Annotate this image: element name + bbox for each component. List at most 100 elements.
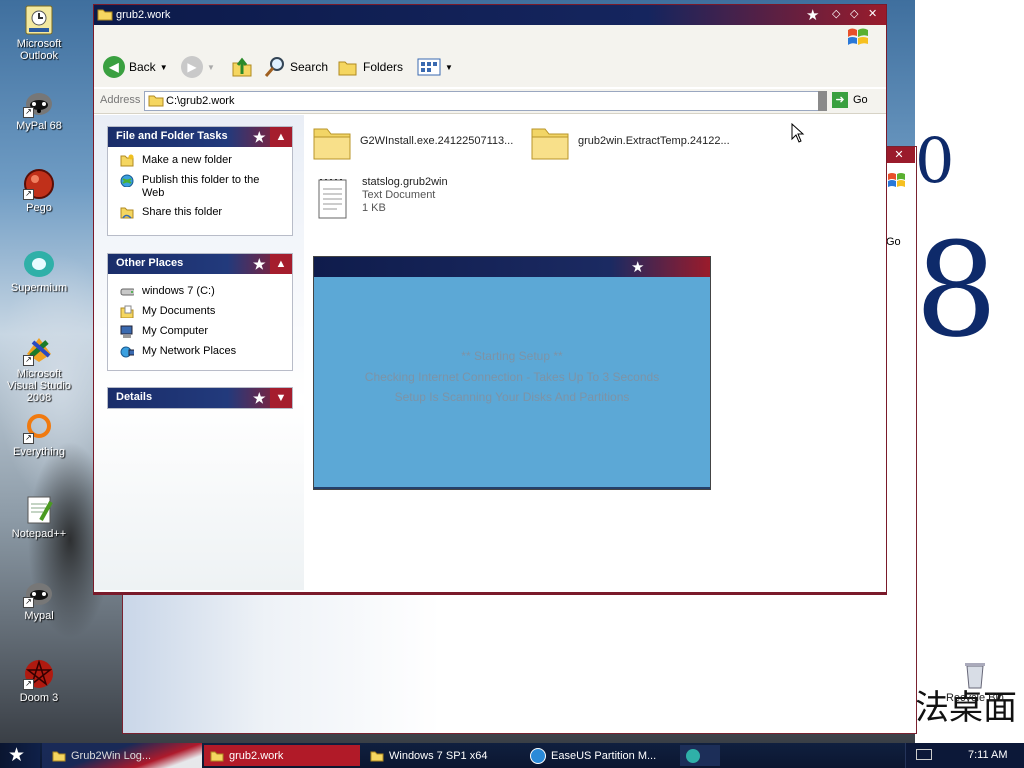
desktop-icon-outlook[interactable]: Microsoft Outlook [1, 4, 77, 62]
file-name: grub2win.ExtractTemp.24122... [578, 135, 730, 147]
clock[interactable]: 7:11 AM [968, 749, 1008, 761]
search-button[interactable]: Search [264, 55, 328, 79]
desktop-icon-label: Recycle Bin [945, 692, 1005, 704]
desktop-icon-label: MyPal 68 [16, 120, 62, 132]
start-button[interactable]: ★ [0, 743, 40, 768]
place-label: My Network Places [142, 345, 237, 357]
raccoon-icon: ↗ [23, 576, 55, 608]
go-label: Go [853, 94, 868, 106]
windows-flag-icon [887, 171, 913, 191]
system-tray: 7:11 AM [905, 743, 1024, 768]
pentagram-icon: ↗ [23, 658, 55, 690]
desktop-icon-everything[interactable]: ↗ Everything [1, 412, 77, 458]
taskbar: ★ Grub2Win Log... grub2.work Windows 7 S… [0, 743, 1024, 768]
address-value: C:\grub2.work [166, 95, 235, 107]
task-share-folder[interactable]: Share this folder [108, 206, 292, 219]
collapse-chevron-icon[interactable]: ▲ [270, 254, 292, 274]
views-icon [417, 58, 441, 76]
wallpaper-digit-8: 8 [915, 214, 998, 366]
title-bar[interactable]: grub2.work ★ ◇ ◇ ✕ [94, 5, 886, 25]
desktop-icon-mypal[interactable]: ↗ Mypal [1, 576, 77, 622]
menu-bar [94, 25, 886, 48]
desktop-icon-doom3[interactable]: ↗ Doom 3 [1, 658, 77, 704]
folder-icon [52, 751, 66, 761]
star-icon: ★ [253, 256, 266, 272]
desktop-icon-notepadpp[interactable]: Notepad++ [1, 494, 77, 540]
desktop-icon-mypal68[interactable]: ↗ MyPal 68 [1, 86, 77, 132]
desktop-icon-visual-studio[interactable]: ↗ Microsoft Visual Studio 2008 [1, 334, 77, 404]
desktop-icon-pego[interactable]: ↗ Pego [1, 168, 77, 214]
place-my-documents[interactable]: My Documents [108, 305, 292, 318]
taskbar-item[interactable]: Grub2Win Log... [46, 745, 202, 766]
folder-icon [97, 9, 113, 21]
wallpaper-digit-0: 0 [915, 124, 955, 197]
setup-status-line: Setup Is Scanning Your Disks And Partiti… [394, 390, 630, 404]
close-icon[interactable]: ✕ [883, 147, 915, 163]
shortcut-arrow-icon: ↗ [23, 189, 34, 200]
outlook-icon [23, 4, 55, 36]
minimize-icon[interactable]: ◇ [832, 7, 846, 20]
window-title: grub2.work [116, 9, 171, 21]
place-my-computer[interactable]: My Computer [108, 325, 292, 338]
panel-header[interactable]: File and Folder Tasks ★ ▲ [108, 127, 292, 147]
collapse-chevron-icon[interactable]: ▲ [270, 127, 292, 147]
go-button[interactable]: ➜ Go [832, 92, 868, 108]
new-folder-icon [120, 154, 134, 167]
desktop-icon-supermium[interactable]: Supermium [1, 248, 77, 294]
notepadpp-icon [23, 494, 55, 526]
setup-status-line: ** Starting Setup ** [461, 349, 563, 363]
maximize-icon[interactable]: ◇ [850, 7, 864, 20]
supermium-icon [23, 248, 55, 280]
shortcut-arrow-icon: ↗ [23, 355, 34, 366]
close-icon[interactable]: ✕ [868, 7, 882, 20]
task-make-new-folder[interactable]: Make a new folder [108, 154, 292, 167]
folders-label: Folders [363, 60, 404, 74]
panel-title: File and Folder Tasks [116, 130, 228, 142]
setup-title-bar[interactable]: ★ [314, 257, 710, 277]
chevron-down-icon: ▼ [207, 62, 215, 72]
forward-button[interactable]: ▶ ▼ [181, 55, 215, 79]
star-icon: ★ [253, 129, 266, 145]
place-label: My Documents [142, 305, 216, 317]
network-icon [120, 346, 134, 358]
file-item[interactable]: statslog.grub2win Text Document 1 KB [316, 176, 448, 221]
taskbar-item[interactable] [680, 745, 720, 766]
address-dropdown-button[interactable] [818, 91, 827, 111]
folders-icon [338, 61, 357, 76]
setup-body: ** Starting Setup ** Checking Internet C… [314, 277, 710, 489]
up-folder-button[interactable] [230, 55, 254, 79]
go-label[interactable]: Go [886, 236, 901, 248]
windows-flag-icon [846, 26, 870, 49]
views-button[interactable]: ▼ [417, 55, 453, 79]
folder-icon [370, 751, 384, 761]
up-folder-icon [232, 57, 252, 77]
shortcut-arrow-icon: ↗ [23, 679, 34, 690]
place-label: My Computer [142, 325, 209, 337]
task-publish-folder[interactable]: Publish this folder to the Web [108, 174, 262, 200]
panel-header[interactable]: Other Places ★ ▲ [108, 254, 292, 274]
desktop-icon-recycle-bin[interactable]: Recycle Bin [940, 658, 1010, 704]
address-input[interactable]: C:\grub2.work [144, 91, 820, 111]
mouse-cursor-icon [791, 123, 805, 143]
drive-icon [120, 288, 134, 296]
file-item[interactable]: G2WInstall.exe.24122507113... [312, 123, 513, 161]
search-icon [264, 57, 284, 77]
setup-dialog[interactable]: ★ ** Starting Setup ** Checking Internet… [313, 256, 711, 490]
file-item[interactable]: grub2win.ExtractTemp.24122... [530, 123, 730, 161]
keyboard-icon[interactable] [916, 749, 932, 760]
expand-chevron-icon[interactable]: ▼ [270, 388, 292, 408]
taskbar-item[interactable]: EaseUS Partition M... [524, 745, 680, 766]
taskbar-item[interactable]: Windows 7 SP1 x64 [364, 745, 520, 766]
globe-icon [120, 174, 134, 187]
panel-title: Details [116, 391, 153, 403]
pego-icon: ↗ [23, 168, 55, 200]
computer-icon [120, 325, 133, 338]
place-my-network[interactable]: My Network Places [108, 345, 292, 358]
go-arrow-icon: ➜ [832, 92, 848, 108]
back-button[interactable]: ◀ Back ▼ [103, 55, 168, 79]
taskbar-item-active[interactable]: grub2.work [204, 745, 360, 766]
shortcut-arrow-icon: ↗ [23, 597, 34, 608]
place-windows7-drive[interactable]: windows 7 (C:) [108, 285, 292, 298]
folders-button[interactable]: Folders [337, 55, 403, 79]
panel-header[interactable]: Details ★ ▼ [108, 388, 292, 408]
